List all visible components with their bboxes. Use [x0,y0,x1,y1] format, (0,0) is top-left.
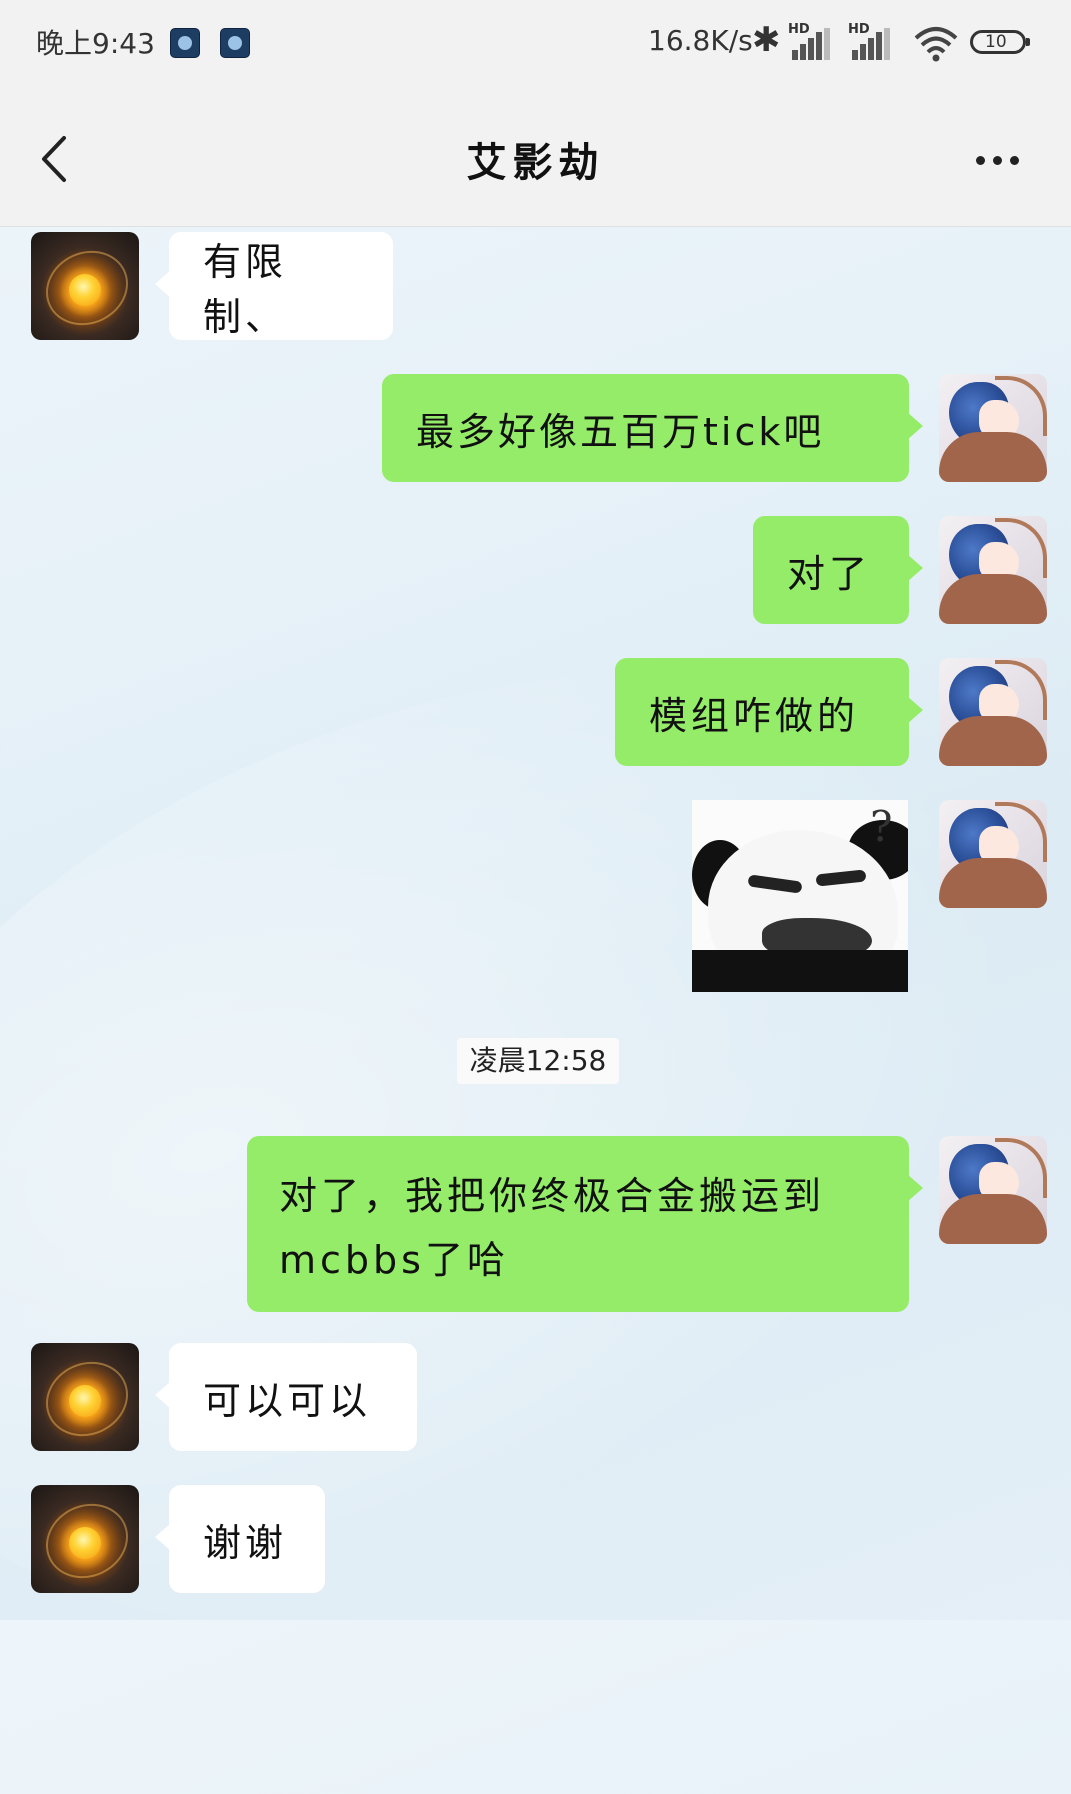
message-text: 有限制、 [203,240,288,339]
message-bubble[interactable]: 对了 [753,516,923,624]
peer-avatar[interactable] [31,1343,139,1451]
message-bubble[interactable]: 谢谢 [155,1485,325,1593]
chat-title: 艾影劫 [466,140,605,186]
message-text: 可以可以 [203,1378,372,1423]
self-avatar[interactable] [939,374,1047,482]
self-avatar[interactable] [939,1136,1047,1244]
notification-app-icon [220,28,250,58]
panda-sticker-image[interactable]: ? [692,800,908,992]
message-bubble[interactable]: 最多好像五百万tick吧 [382,374,923,482]
signal-icon: HD [848,22,894,60]
notification-app-icon [170,28,200,58]
more-dots-icon[interactable] [976,150,1030,170]
sticker-question-mark: ? [870,802,893,851]
self-avatar[interactable] [939,800,1047,908]
signal-icon: HD [788,22,834,60]
message-bubble[interactable]: 有限制、 [155,232,393,340]
self-avatar[interactable] [939,658,1047,766]
status-bar: 晚上9:43 16.8K/s ✱ HD HD 10 [0,0,1071,90]
message-text: 模组咋做的 [649,693,860,738]
message-bubble[interactable]: 可以可以 [155,1343,417,1451]
status-time: 晚上9:43 [36,27,155,60]
bluetooth-icon: ✱ [752,20,781,60]
time-separator: 凌晨12:58 [457,1038,619,1084]
signal-hd-badge: HD [788,22,810,37]
message-text: 对了，我把你终极合金搬运到mcbbs了哈 [279,1174,826,1282]
message-text: 最多好像五百万tick吧 [416,409,825,454]
chat-header: 艾影劫 [0,90,1071,227]
message-text: 对了 [787,551,872,596]
signal-hd-badge: HD [848,22,870,37]
battery-indicator: 10 [970,30,1030,54]
message-bubble[interactable]: 对了，我把你终极合金搬运到mcbbs了哈 [247,1136,923,1312]
message-bubble[interactable]: 模组咋做的 [615,658,923,766]
peer-avatar[interactable] [31,232,139,340]
network-speed: 16.8K/s [648,24,753,57]
message-text: 谢谢 [203,1520,288,1565]
self-avatar[interactable] [939,516,1047,624]
wifi-icon [914,27,958,62]
peer-avatar[interactable] [31,1485,139,1593]
